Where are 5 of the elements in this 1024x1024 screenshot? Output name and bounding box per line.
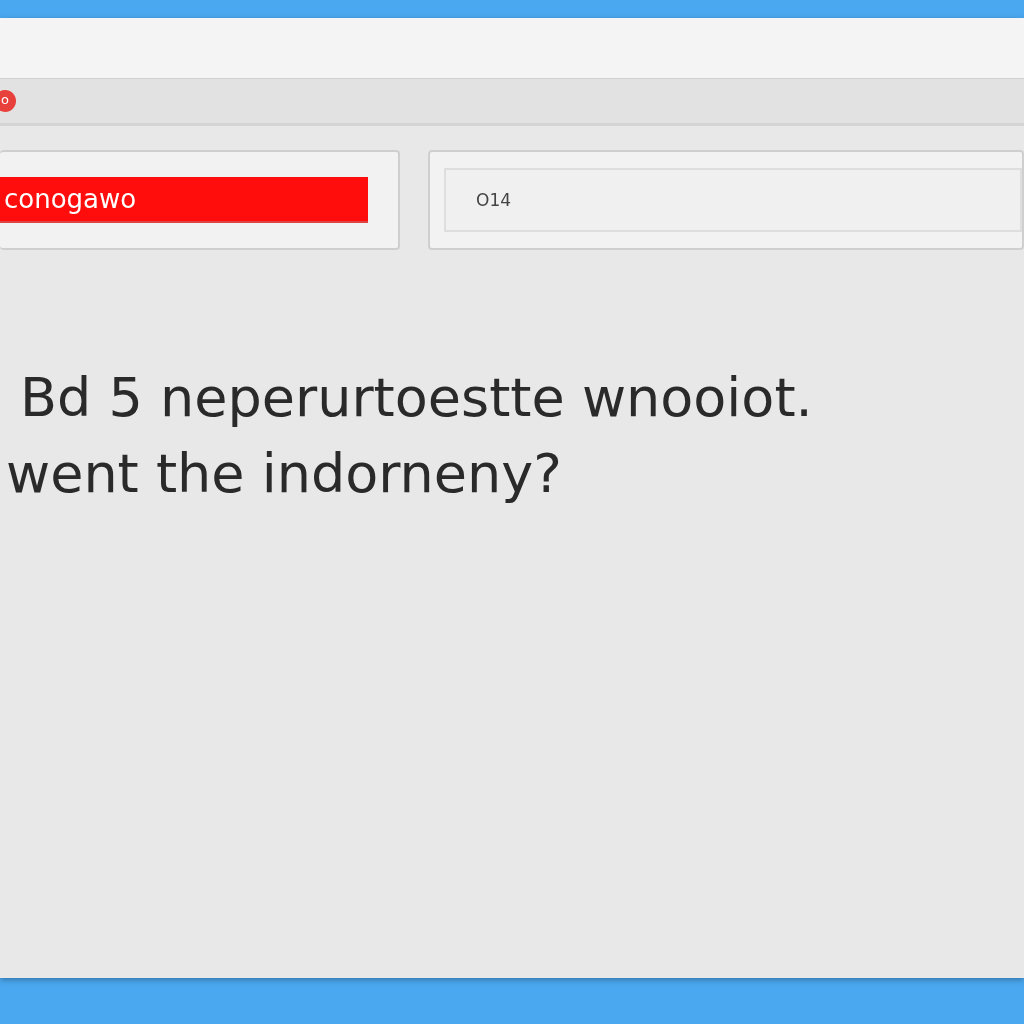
input-field[interactable]: O14 (444, 168, 1022, 232)
alert-badge[interactable]: o (0, 90, 16, 112)
question-text: Bd 5 neperurtoestte wnooiot. (20, 365, 814, 431)
question-text: went the indorneny? (6, 441, 563, 507)
input-field[interactable]: conogawo (0, 177, 368, 223)
